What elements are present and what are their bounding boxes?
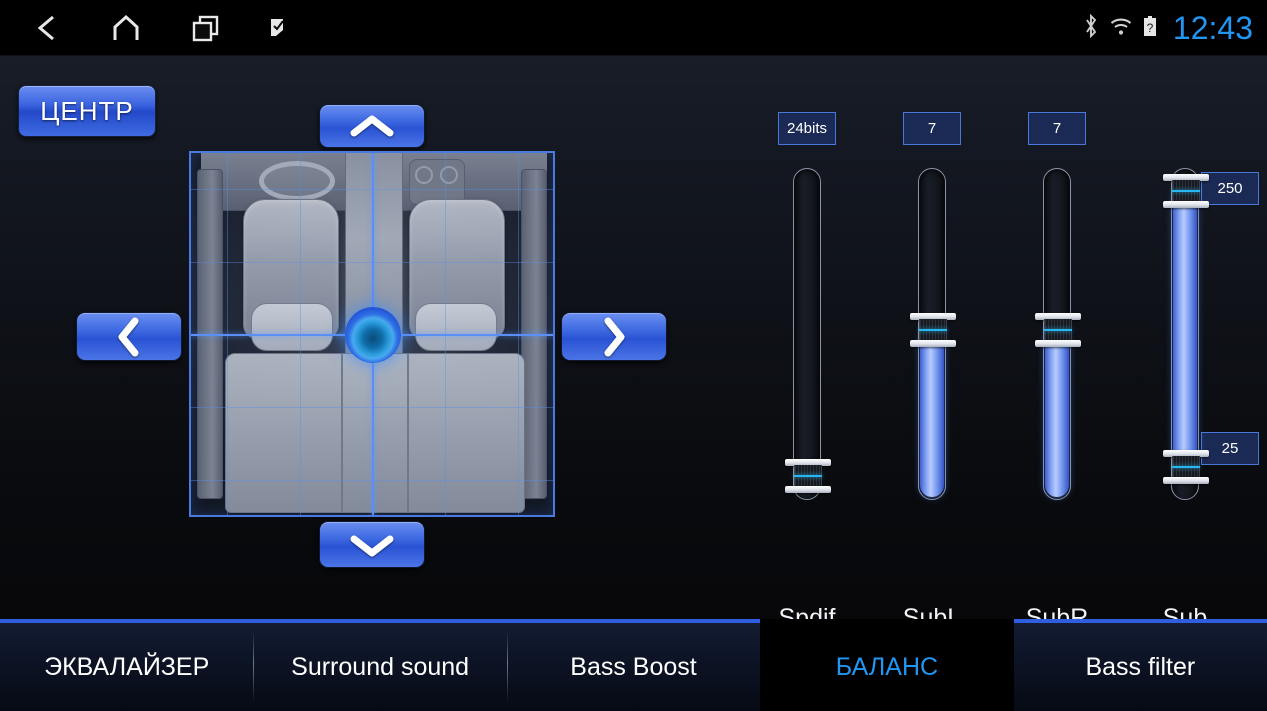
balance-right-button[interactable] [561, 312, 667, 361]
tab-bar: ЭКВАЛАЙЗЕР Surround sound Bass Boost БАЛ… [0, 619, 1267, 711]
tab-bass-filter[interactable]: Bass filter [1013, 619, 1267, 711]
sub-freq-fill [1173, 189, 1197, 463]
tab-surround-sound[interactable]: Surround sound [253, 619, 507, 711]
subl-gain-track[interactable] [910, 168, 956, 500]
audio-balance-screen: ? 12:43 ЦЕНТР 24bits Spdif 7 SubL 7 SubR… [0, 0, 1267, 711]
balance-up-button[interactable] [319, 104, 425, 148]
bluetooth-icon [1084, 13, 1099, 43]
balance-position-dot[interactable] [345, 307, 401, 363]
recents-icon[interactable] [176, 0, 236, 56]
chevron-left-icon [115, 316, 143, 358]
spdif-freq-value[interactable]: 24bits [777, 112, 837, 145]
center-preset-label: ЦЕНТР [40, 95, 134, 126]
subl-gain-thumb[interactable] [910, 313, 956, 347]
tab-bass-boost[interactable]: Bass Boost [506, 619, 761, 711]
status-icons: ? 12:43 [1084, 0, 1253, 56]
clock: 12:43 [1172, 10, 1253, 46]
center-preset-button[interactable]: ЦЕНТР [18, 85, 156, 137]
tab-equalizer[interactable]: ЭКВАЛАЙЗЕР [0, 619, 254, 711]
sub-freq-high-value[interactable]: 250 [1201, 172, 1259, 205]
chevron-right-icon [600, 316, 628, 358]
home-icon[interactable] [96, 0, 156, 56]
spdif-freq-thumb[interactable] [785, 459, 831, 493]
subr-gain-fill [1045, 330, 1069, 497]
subl-gain-fill [920, 330, 944, 497]
battery-unknown-icon: ? [1143, 15, 1157, 42]
subr-gain-track[interactable] [1035, 168, 1081, 500]
sub-freq-low-thumb[interactable] [1163, 450, 1209, 484]
svg-text:?: ? [1147, 21, 1154, 35]
balance-down-button[interactable] [319, 521, 425, 568]
flag-icon[interactable] [248, 0, 308, 56]
chevron-down-icon [348, 532, 396, 558]
subr-gain-thumb[interactable] [1035, 313, 1081, 347]
sub-freq-track[interactable] [1163, 168, 1209, 500]
sub-freq-high-thumb[interactable] [1163, 174, 1209, 208]
sub-freq-low-value[interactable]: 25 [1201, 432, 1259, 465]
spdif-freq-track[interactable] [785, 168, 831, 500]
balance-left-button[interactable] [76, 312, 182, 361]
back-icon[interactable] [16, 0, 76, 56]
wifi-icon [1109, 16, 1133, 41]
balance-pad[interactable] [189, 151, 555, 517]
subl-gain-value[interactable]: 7 [903, 112, 961, 145]
chevron-up-icon [348, 113, 396, 139]
subr-gain-value[interactable]: 7 [1028, 112, 1086, 145]
status-bar: ? 12:43 [0, 0, 1267, 56]
tab-balance[interactable]: БАЛАНС [760, 619, 1014, 711]
